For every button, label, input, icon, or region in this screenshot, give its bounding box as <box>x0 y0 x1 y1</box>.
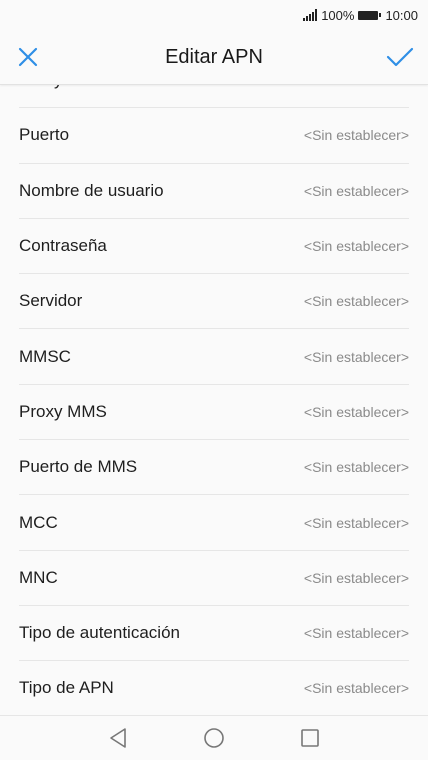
field-label: Puerto <box>19 125 70 145</box>
close-icon <box>18 47 38 67</box>
back-triangle-icon <box>110 728 126 748</box>
home-button[interactable] <box>202 726 226 750</box>
field-row-puerto-de-mms[interactable]: Puerto de MMS <Sin establecer> <box>19 440 409 496</box>
field-value: <Sin establecer> <box>303 459 409 476</box>
apn-field-list[interactable]: Proxy <Sin establecer> Puerto <Sin estab… <box>0 53 428 716</box>
field-label: MMSC <box>19 346 71 366</box>
field-row-proxy-mms[interactable]: Proxy MMS <Sin establecer> <box>19 385 409 441</box>
field-row-mmsc[interactable]: MMSC <Sin establecer> <box>19 329 409 385</box>
field-row-puerto[interactable]: Puerto <Sin establecer> <box>19 108 409 164</box>
field-row-tipo-de-apn[interactable]: Tipo de APN <Sin establecer> <box>19 661 409 716</box>
field-value: <Sin establecer> <box>303 293 409 310</box>
status-bar: 100% 10:00 <box>0 0 428 30</box>
field-label: Contraseña <box>19 236 107 256</box>
close-button[interactable] <box>0 30 56 84</box>
clock: 10:00 <box>385 7 418 23</box>
field-row-mnc[interactable]: MNC <Sin establecer> <box>19 551 409 606</box>
field-value: <Sin establecer> <box>303 625 409 642</box>
field-row-tipo-de-autenticacion[interactable]: Tipo de autenticación <Sin establecer> <box>19 606 409 662</box>
field-value: <Sin establecer> <box>303 569 409 586</box>
field-label: Proxy MMS <box>19 401 107 421</box>
field-row-contrasena[interactable]: Contraseña <Sin establecer> <box>19 219 409 275</box>
field-value: <Sin establecer> <box>303 238 409 255</box>
check-icon <box>386 47 414 67</box>
field-value: <Sin establecer> <box>303 514 409 531</box>
signal-icon <box>303 9 318 21</box>
field-label: Servidor <box>19 291 83 311</box>
field-row-servidor[interactable]: Servidor <Sin establecer> <box>19 274 409 330</box>
field-label: Puerto de MMS <box>19 457 138 477</box>
battery-percent: 100% <box>321 7 355 23</box>
page-title: Editar APN <box>165 45 263 68</box>
battery-icon <box>358 10 382 20</box>
home-circle-icon <box>204 728 224 748</box>
field-value: <Sin establecer> <box>303 127 409 144</box>
field-label: Nombre de usuario <box>19 180 164 200</box>
field-value: <Sin establecer> <box>303 680 409 697</box>
app-bar: Editar APN <box>0 30 428 85</box>
field-label: MCC <box>19 512 58 532</box>
field-value: <Sin establecer> <box>303 403 409 420</box>
field-label: MNC <box>19 567 58 587</box>
field-row-mcc[interactable]: MCC <Sin establecer> <box>19 495 409 551</box>
field-row-nombre-de-usuario[interactable]: Nombre de usuario <Sin establecer> <box>19 164 409 219</box>
field-value: <Sin establecer> <box>303 182 409 199</box>
back-button[interactable] <box>106 726 130 750</box>
system-nav-bar <box>0 715 428 760</box>
save-button[interactable] <box>372 30 428 84</box>
recents-button[interactable] <box>298 726 322 750</box>
recents-square-icon <box>301 729 319 747</box>
apn-edit-screen: 100% 10:00 Editar APN Proxy <Sin estable… <box>0 0 428 760</box>
field-label: Tipo de autenticación <box>19 623 180 643</box>
field-value: <Sin establecer> <box>303 348 409 365</box>
field-label: Tipo de APN <box>19 678 114 698</box>
